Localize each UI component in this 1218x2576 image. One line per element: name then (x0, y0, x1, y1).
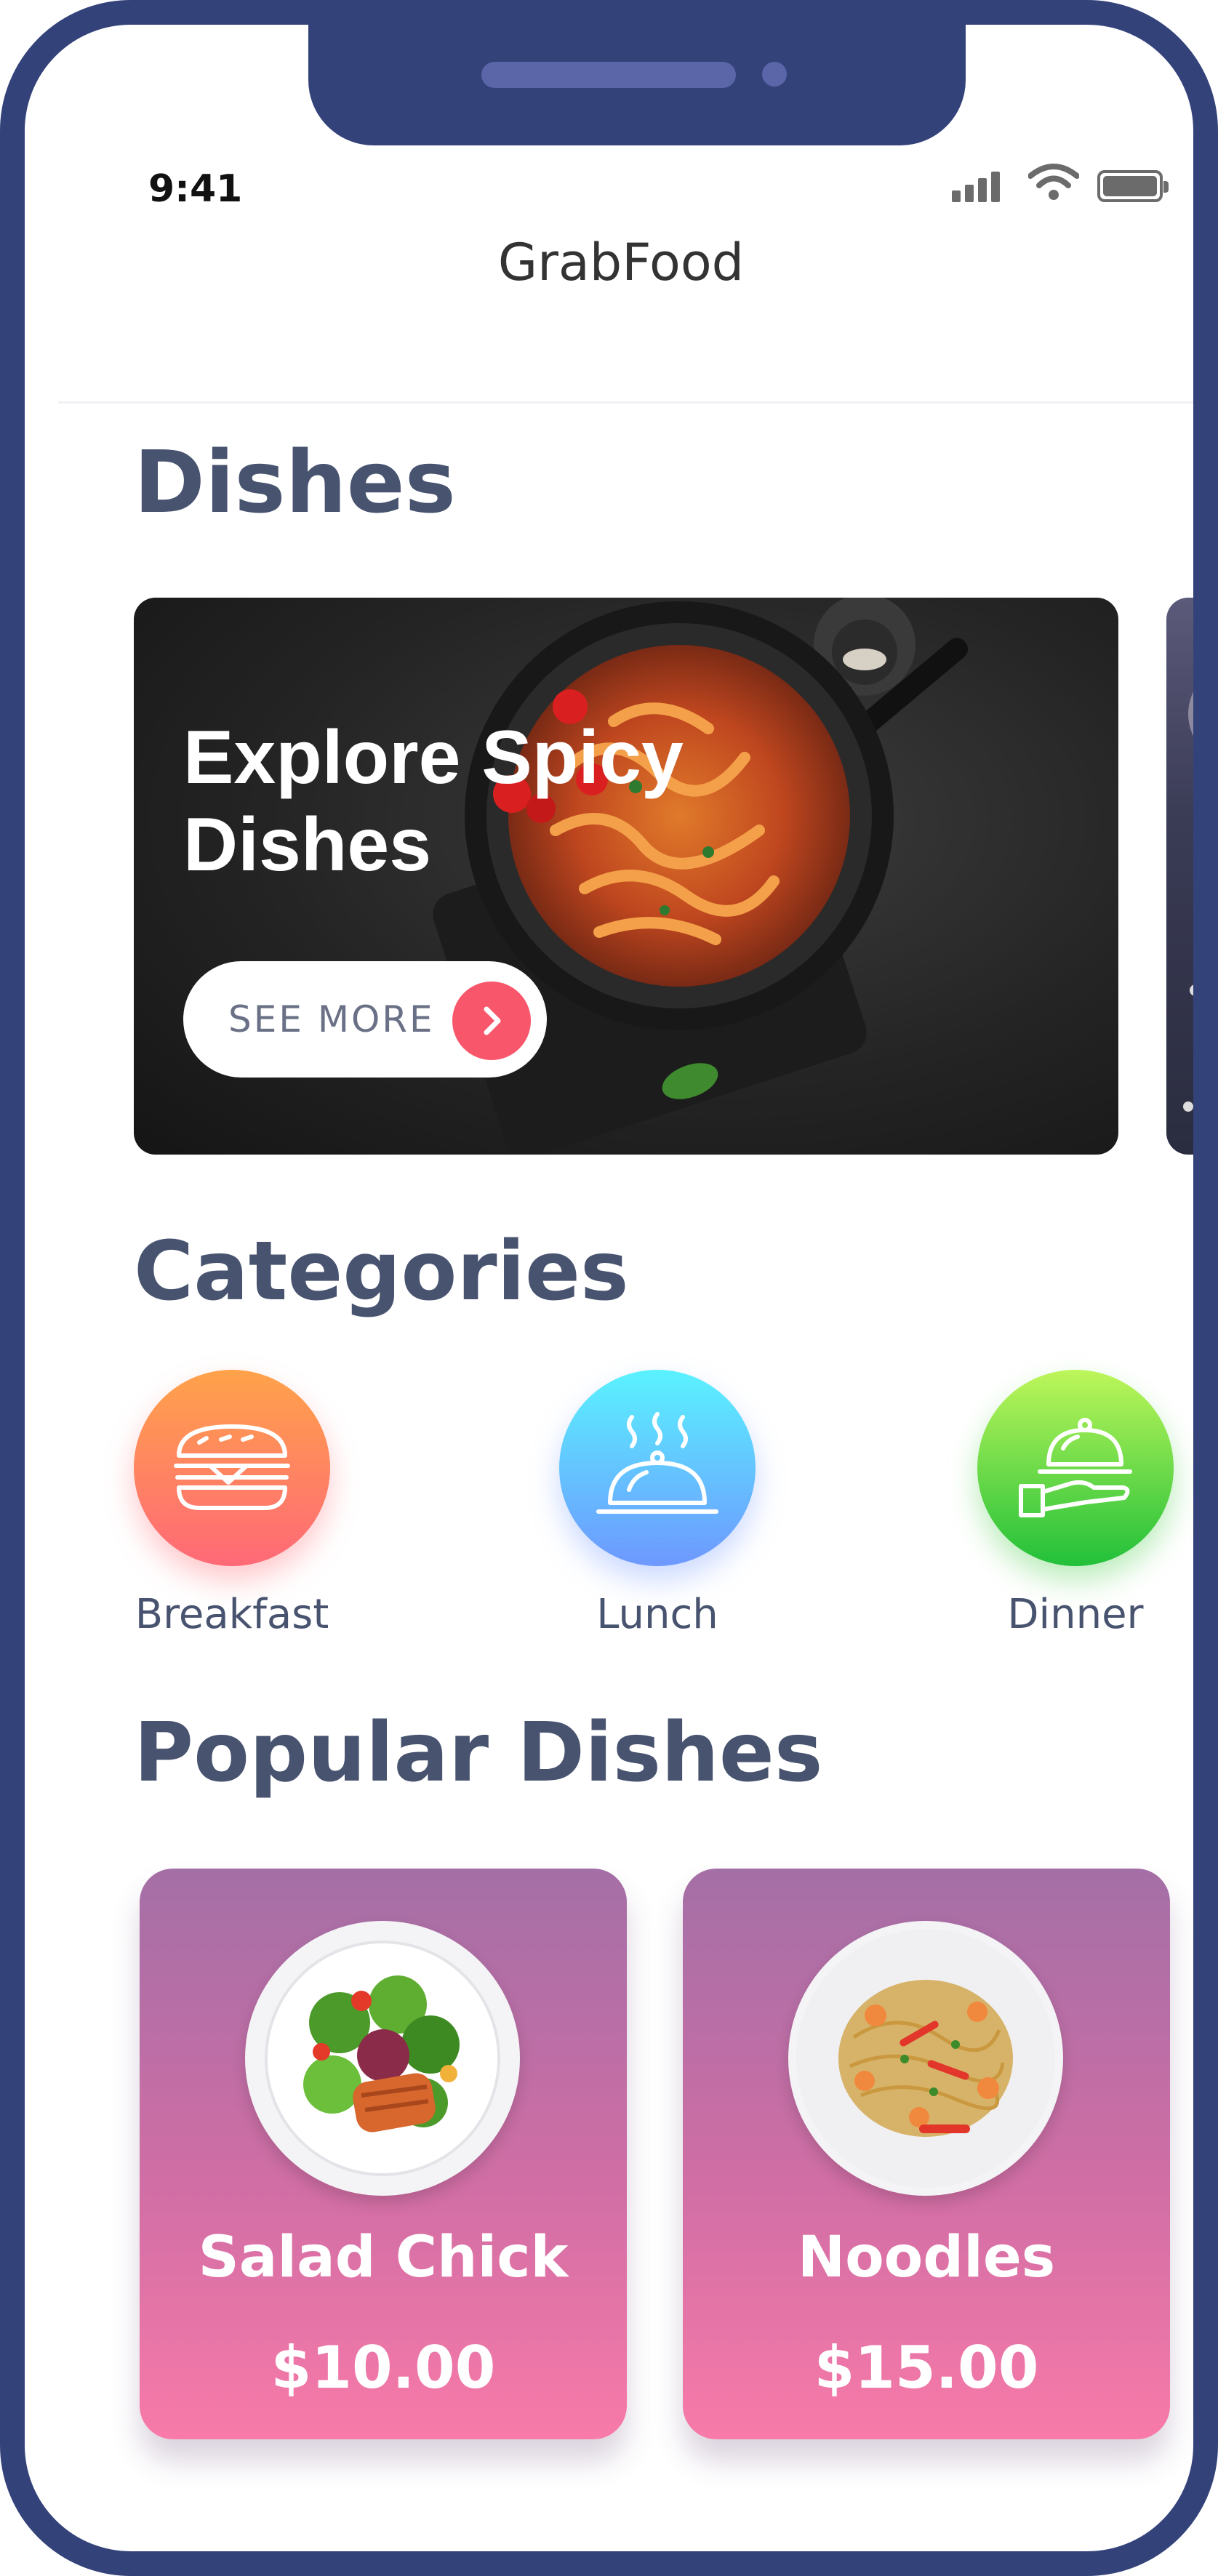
screen: 9:41 GrabFood Dishes Explore Spicy Dishe… (25, 25, 1193, 2551)
serving-hand-icon (977, 1370, 1174, 1566)
category-label: Lunch (596, 1591, 718, 1638)
salad-plate-image (245, 1921, 520, 2196)
section-title-dishes: Dishes (134, 432, 456, 532)
hero-banner[interactable]: Explore Spicy Dishes SEE MORE (134, 598, 1118, 1155)
category-breakfast[interactable]: Breakfast (112, 1370, 352, 1638)
wifi-icon (1028, 164, 1079, 200)
dish-price: $10.00 (271, 2334, 496, 2402)
see-more-button[interactable]: SEE MORE (183, 961, 547, 1078)
status-time: 9:41 (148, 167, 243, 211)
hero-title: Explore Spicy Dishes (183, 715, 684, 887)
section-title-popular: Popular Dishes (134, 1706, 823, 1800)
chevron-right-icon (452, 982, 531, 1060)
battery-icon (1097, 170, 1169, 202)
dish-card-salad[interactable]: Salad Chick $10.00 (140, 1869, 627, 2439)
next-banner-preview[interactable] (1166, 598, 1193, 1155)
dish-name: Salad Chick (198, 2225, 569, 2290)
category-label: Dinner (1007, 1591, 1144, 1638)
dish-name: Noodles (797, 2225, 1056, 2290)
signal-icon (952, 170, 1011, 202)
see-more-label: SEE MORE (228, 998, 435, 1040)
category-dinner[interactable]: Dinner (955, 1370, 1193, 1638)
app-title: GrabFood (497, 233, 745, 292)
dish-card-noodles[interactable]: Noodles $15.00 (683, 1869, 1170, 2439)
section-title-categories: Categories (134, 1224, 629, 1319)
cloche-icon (559, 1370, 756, 1566)
camera-icon (762, 62, 787, 87)
category-label: Breakfast (135, 1591, 329, 1638)
sandwich-icon (134, 1370, 330, 1566)
phone-frame: 9:41 GrabFood Dishes Explore Spicy Dishe… (0, 0, 1218, 2576)
category-lunch[interactable]: Lunch (537, 1370, 777, 1638)
dish-price: $15.00 (814, 2334, 1039, 2402)
food-image (1183, 691, 1193, 1112)
noodles-plate-image (788, 1921, 1063, 2196)
notch (308, 25, 966, 145)
speaker-icon (481, 62, 736, 88)
header-divider (58, 401, 1193, 404)
